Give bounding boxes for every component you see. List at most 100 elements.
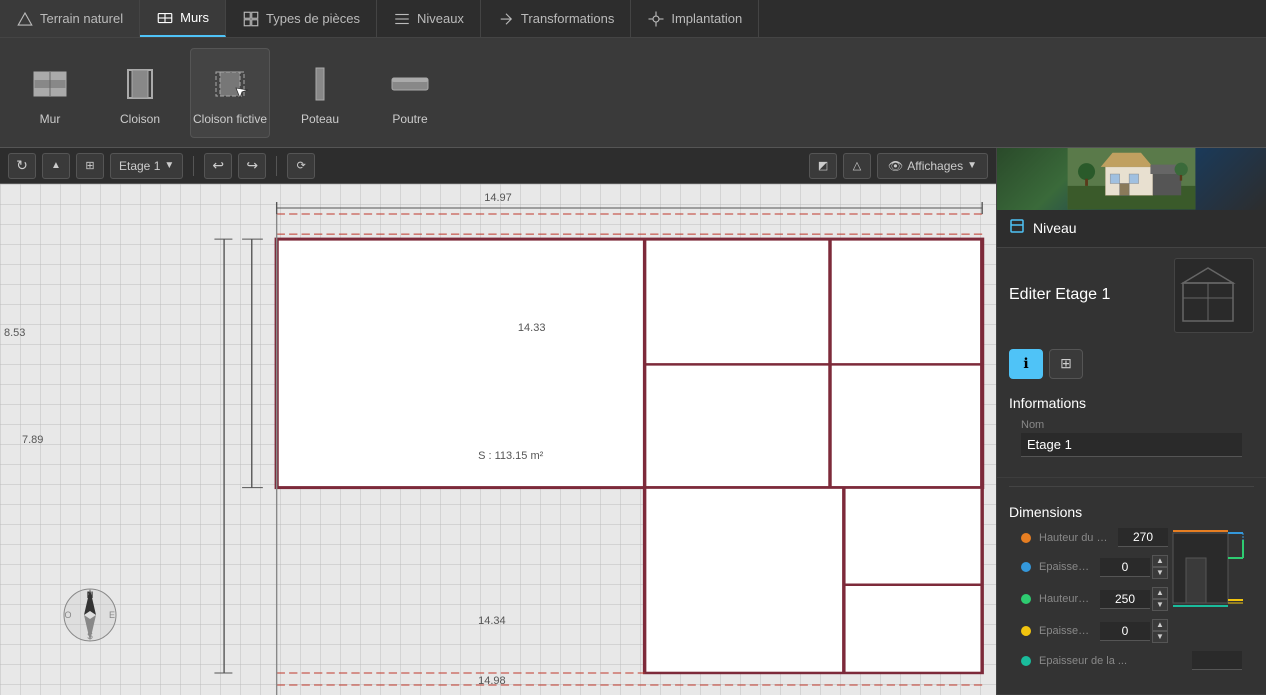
nav-implantation[interactable]: Implantation [631,0,759,37]
dim-epaisseur-sol-label: Epaisseur du sol... [1039,625,1092,637]
nav-transformations[interactable]: Transformations [481,0,631,37]
level-name: Etage 1 [119,159,160,173]
svg-text:S: S [87,631,93,641]
edit-level-info: Editer Etage 1 [1009,286,1110,304]
panel-title: Niveau [1033,220,1077,236]
triangle-btn[interactable]: △ [843,153,871,179]
redo-btn[interactable]: ↪ [238,153,266,179]
svg-text:E: E [109,610,115,620]
nav-terrain[interactable]: Terrain naturel [0,0,140,37]
tool-mur[interactable]: Mur [10,48,90,138]
nav-murs-label: Murs [180,10,209,25]
tool-cloison-fictive[interactable]: Cloison fictive [190,48,270,138]
implant-icon [647,10,665,28]
terrain-icon [16,10,34,28]
canvas-toolbar: ↻ ▲ ⊞ Etage 1 ▼ ↩ ↪ ⟳ ◩ △ 👁 Affichages ▼ [0,148,996,184]
nav-niveaux[interactable]: Niveaux [377,0,481,37]
poteau-icon [296,60,344,108]
affichages-btn[interactable]: 👁 Affichages ▼ [877,153,988,179]
dim-left1: 8.53 [4,327,25,339]
edit-level-title: Editer Etage 1 [1009,286,1110,304]
tool-poutre[interactable]: Poutre [370,48,450,138]
cloison-fictive-icon [206,60,254,108]
dim-row-hauteur: Hauteur du niv... [1021,528,1168,547]
dim-bottom1: 14.34 [478,615,506,627]
dim-row-epaisseur-pl: Epaisseur du pl... ▲ ▼ [1021,555,1168,579]
dim-left2: 7.89 [22,434,43,446]
main-area: ↻ ▲ ⊞ Etage 1 ▼ ↩ ↪ ⟳ ◩ △ 👁 Affichages ▼ [0,148,1266,695]
informations-section: Informations Nom [997,385,1266,478]
dim-hauteur-input[interactable] [1118,528,1168,547]
sep1 [193,156,194,176]
dim-hauteur-sous-value-wrap: ▲ ▼ [1100,587,1168,611]
canvas-area: ↻ ▲ ⊞ Etage 1 ▼ ↩ ↪ ⟳ ◩ △ 👁 Affichages ▼ [0,148,996,695]
nav-types[interactable]: Types de pièces [226,0,377,37]
dim-epaisseur-sol-value-wrap: ▲ ▼ [1100,619,1168,643]
dim-epaisseur-pl-input[interactable] [1100,558,1150,577]
nav-murs[interactable]: Murs [140,0,226,37]
grid-btn[interactable]: ⊞ [76,153,104,179]
transform-icon [497,10,515,28]
dot-blue [1021,562,1031,572]
level-selector[interactable]: Etage 1 ▼ [110,153,183,179]
tool-poteau[interactable]: Poteau [280,48,360,138]
refresh2-btn[interactable]: ⟳ [287,153,315,179]
cloison-icon [116,60,164,108]
dot-yellow [1021,626,1031,636]
tab-info[interactable]: ℹ [1009,349,1043,379]
dim-epaisseur-la-value-wrap [1192,651,1242,670]
right-panel: Niveau Editer Etage 1 🗑 ℹ [996,148,1266,695]
epaisseur-sol-spinner: ▲ ▼ [1152,619,1168,643]
informations-title: Informations [1009,395,1254,411]
undo-btn[interactable]: ↩ [204,153,232,179]
refresh-btn[interactable]: ↻ [8,153,36,179]
nav-types-label: Types de pièces [266,11,360,26]
svg-text:N: N [87,590,94,600]
dim-epaisseur-la-input[interactable] [1192,651,1242,670]
sep2 [276,156,277,176]
hauteur-sous-up[interactable]: ▲ [1152,587,1168,599]
edit-level-header: Editer Etage 1 🗑 [997,248,1266,343]
types-icon [242,10,260,28]
eye-icon: 👁 [888,159,903,173]
level-up-btn[interactable]: ▲ [42,153,70,179]
dim-epaisseur-pl-value-wrap: ▲ ▼ [1100,555,1168,579]
level-thumb-wrap: 🗑 [1174,258,1254,333]
level-thumbnail [1174,258,1254,333]
tab-settings[interactable]: ⊞ [1049,349,1083,379]
wall-icon [156,9,174,27]
epaisseur-pl-down[interactable]: ▼ [1152,567,1168,579]
dim-epaisseur-sol-input[interactable] [1100,622,1150,641]
dim-thumb-svg [1168,528,1250,613]
hauteur-sous-down[interactable]: ▼ [1152,599,1168,611]
dim-row-hauteur-sous: Hauteur sous pl... ▲ ▼ [1021,587,1168,611]
epaisseur-sol-down[interactable]: ▼ [1152,631,1168,643]
dim-area: S : 113.15 m² [478,450,543,462]
dim-thumbnail-wrap [1168,528,1250,618]
dimensions-title: Dimensions [1009,504,1254,520]
dim-hauteur-sous-input[interactable] [1100,590,1150,609]
mur-icon [26,60,74,108]
epaisseur-pl-spinner: ▲ ▼ [1152,555,1168,579]
affichages-label: Affichages [907,159,963,173]
tool-poutre-label: Poutre [392,112,427,126]
nom-label: Nom [1021,419,1242,431]
levels-icon [393,10,411,28]
dim-row-epaisseur-sol: Epaisseur du sol... ▲ ▼ [1021,619,1168,643]
epaisseur-pl-up[interactable]: ▲ [1152,555,1168,567]
tool-cloison-label: Cloison [120,112,160,126]
top-nav: Terrain naturel Murs Types de pièces Niv… [0,0,1266,38]
dim-bottom2: 14.98 [478,675,506,687]
chevron-down-icon2: ▼ [967,160,977,171]
nom-input[interactable] [1021,433,1242,457]
niveau-icon [1009,218,1025,239]
hauteur-sous-spinner: ▲ ▼ [1152,587,1168,611]
tool-cloison[interactable]: Cloison [100,48,180,138]
nav-implantation-label: Implantation [671,11,742,26]
floor-canvas[interactable]: 14.97 8.53 7.89 14.33 S : 113.15 m² 14.3… [0,184,996,695]
epaisseur-sol-up[interactable]: ▲ [1152,619,1168,631]
level-thumb-svg [1178,263,1250,328]
camera-btn[interactable]: ◩ [809,153,837,179]
dim-top: 14.97 [484,192,512,204]
dim-epaisseur-la-label: Epaisseur de la ... [1039,655,1184,667]
